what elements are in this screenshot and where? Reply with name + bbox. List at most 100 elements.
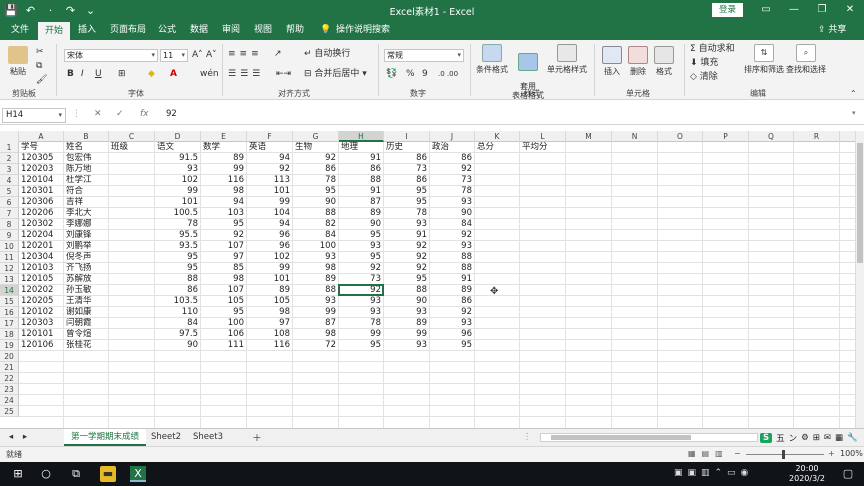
cell-f13[interactable]: 101 xyxy=(248,274,293,285)
cell-a7[interactable]: 120206 xyxy=(20,208,64,219)
column-header-o[interactable]: O xyxy=(658,131,703,142)
ribbon-display-options-icon[interactable]: ▭ xyxy=(752,0,780,20)
zoom-in-icon[interactable]: + xyxy=(828,449,835,458)
name-box[interactable]: H14 ▾ xyxy=(2,108,66,123)
cell-h2[interactable]: 91 xyxy=(340,153,384,164)
punctuation-icon[interactable]: ン xyxy=(789,432,798,444)
cell-a4[interactable]: 120104 xyxy=(20,175,64,186)
cell-f19[interactable]: 116 xyxy=(248,340,293,351)
cell-a14[interactable]: 120202 xyxy=(20,285,64,296)
cell-c10[interactable] xyxy=(110,241,155,252)
cell-c4[interactable] xyxy=(110,175,155,186)
cell-g1[interactable]: 生物 xyxy=(294,142,339,153)
cancel-icon[interactable]: ✕ xyxy=(94,109,102,119)
cell-f11[interactable]: 102 xyxy=(248,252,293,263)
cell-e18[interactable]: 106 xyxy=(202,329,247,340)
cell-b17[interactable]: 闫朝霞 xyxy=(65,318,109,329)
bold-button[interactable]: B xyxy=(67,68,74,80)
cell-b6[interactable]: 吉祥 xyxy=(65,197,109,208)
row-header-23[interactable]: 23 xyxy=(0,384,19,395)
cell-e7[interactable]: 103 xyxy=(202,208,247,219)
cell-e12[interactable]: 85 xyxy=(202,263,247,274)
cell-b13[interactable]: 苏解放 xyxy=(65,274,109,285)
row-header-16[interactable]: 16 xyxy=(0,307,19,318)
row-header-24[interactable]: 24 xyxy=(0,395,19,406)
column-header-i[interactable]: I xyxy=(384,131,430,142)
indent-icons[interactable]: ⇤⇥ xyxy=(276,68,291,80)
cell-d9[interactable]: 95.5 xyxy=(156,230,201,241)
cell-h6[interactable]: 87 xyxy=(340,197,384,208)
cell-j10[interactable]: 93 xyxy=(431,241,475,252)
cell-g4[interactable]: 78 xyxy=(294,175,339,186)
cell-a6[interactable]: 120306 xyxy=(20,197,64,208)
cell-h12[interactable]: 92 xyxy=(340,263,384,274)
conditional-format-button[interactable]: 条件格式 xyxy=(474,44,510,75)
cell-a16[interactable]: 120102 xyxy=(20,307,64,318)
cell-i1[interactable]: 历史 xyxy=(385,142,430,153)
row-header-17[interactable]: 17 xyxy=(0,318,19,329)
clear-button[interactable]: ◇ 清除 xyxy=(690,71,718,83)
cell-b2[interactable]: 包宏伟 xyxy=(65,153,109,164)
tab-data[interactable]: 数据 xyxy=(190,20,208,40)
row-header-19[interactable]: 19 xyxy=(0,340,19,351)
cell-c8[interactable] xyxy=(110,219,155,230)
cell-c6[interactable] xyxy=(110,197,155,208)
vertical-scrollbar[interactable] xyxy=(855,131,864,428)
cell-g11[interactable]: 93 xyxy=(294,252,339,263)
underline-button[interactable]: U xyxy=(95,68,102,80)
number-format-combo[interactable]: 常规 ▾ xyxy=(384,49,464,62)
row-header-8[interactable]: 8 xyxy=(0,219,19,230)
column-header-d[interactable]: D xyxy=(155,131,201,142)
column-header-q[interactable]: Q xyxy=(749,131,794,142)
cell-c11[interactable] xyxy=(110,252,155,263)
cell-h7[interactable]: 89 xyxy=(340,208,384,219)
cell-c16[interactable] xyxy=(110,307,155,318)
cell-g3[interactable]: 86 xyxy=(294,164,339,175)
decimal-icons[interactable]: .0 .00 xyxy=(438,68,458,80)
row-header-18[interactable]: 18 xyxy=(0,329,19,340)
cell-f18[interactable]: 108 xyxy=(248,329,293,340)
cell-j19[interactable]: 95 xyxy=(431,340,475,351)
sheet-tab-2[interactable]: Sheet2 xyxy=(148,429,184,446)
minimize-icon[interactable]: — xyxy=(780,0,808,20)
column-header-f[interactable]: F xyxy=(247,131,293,142)
tools-icon[interactable]: 🔧 xyxy=(847,433,858,443)
fill-color-icon[interactable]: ◆ xyxy=(148,68,155,80)
cell-f17[interactable]: 97 xyxy=(248,318,293,329)
cell-e9[interactable]: 92 xyxy=(202,230,247,241)
row-header-22[interactable]: 22 xyxy=(0,373,19,384)
skin-icon[interactable]: ▦ xyxy=(835,433,843,443)
cell-a17[interactable]: 120303 xyxy=(20,318,64,329)
cell-a2[interactable]: 120305 xyxy=(20,153,64,164)
cell-d7[interactable]: 100.5 xyxy=(156,208,201,219)
settings-icon[interactable]: ⚙ xyxy=(801,433,809,443)
cell-d12[interactable]: 95 xyxy=(156,263,201,274)
cell-h15[interactable]: 93 xyxy=(340,296,384,307)
cell-g10[interactable]: 100 xyxy=(294,241,339,252)
tab-review[interactable]: 审阅 xyxy=(222,20,240,40)
cell-j15[interactable]: 86 xyxy=(431,296,475,307)
cell-f1[interactable]: 英语 xyxy=(248,142,293,153)
cell-f14[interactable]: 89 xyxy=(248,285,293,296)
cell-j3[interactable]: 92 xyxy=(431,164,475,175)
notification-icon[interactable]: ▢ xyxy=(840,466,856,482)
tab-help[interactable]: 帮助 xyxy=(286,20,304,40)
cell-h3[interactable]: 86 xyxy=(340,164,384,175)
horizontal-scroll-thumb[interactable] xyxy=(551,435,691,440)
login-button[interactable]: 登录 xyxy=(712,3,743,17)
row-header-15[interactable]: 15 xyxy=(0,296,19,307)
cell-e3[interactable]: 99 xyxy=(202,164,247,175)
tab-insert[interactable]: 插入 xyxy=(78,20,96,40)
cell-i2[interactable]: 86 xyxy=(385,153,430,164)
cell-c15[interactable] xyxy=(110,296,155,307)
cell-j17[interactable]: 93 xyxy=(431,318,475,329)
windows-start-icon[interactable]: ⊞ xyxy=(10,466,26,482)
cell-b16[interactable]: 谢如康 xyxy=(65,307,109,318)
comma-button[interactable]: 9 xyxy=(422,68,428,80)
cell-c14[interactable] xyxy=(110,285,155,296)
zoom-level[interactable]: 100% xyxy=(840,449,863,458)
cell-e5[interactable]: 98 xyxy=(202,186,247,197)
cell-h8[interactable]: 90 xyxy=(340,219,384,230)
cell-d18[interactable]: 97.5 xyxy=(156,329,201,340)
mail-icon[interactable]: ✉ xyxy=(824,433,831,443)
